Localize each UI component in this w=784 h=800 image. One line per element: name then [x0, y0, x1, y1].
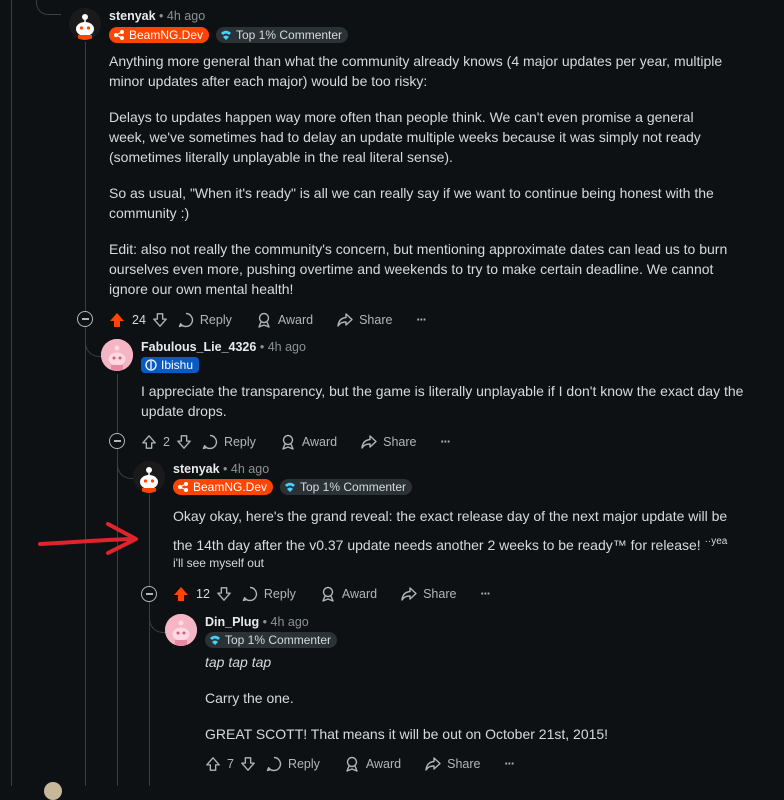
- award-icon: [346, 756, 358, 772]
- commenter-badge-icon: [210, 635, 220, 645]
- more-options-button[interactable]: ···: [416, 313, 426, 327]
- ibishu-logo-icon: [145, 359, 157, 371]
- more-options-button[interactable]: ···: [441, 435, 451, 449]
- flair-top-commenter: Top 1% Commenter: [216, 27, 349, 43]
- share-icon: [361, 435, 377, 449]
- reply-icon: [242, 586, 258, 602]
- more-options-button[interactable]: ···: [505, 757, 515, 771]
- reply-icon: [266, 756, 282, 772]
- downvote-icon[interactable]: [152, 312, 168, 328]
- reply-button[interactable]: Reply: [242, 586, 296, 602]
- thread-line: [117, 448, 118, 786]
- beamng-logo-icon: [178, 482, 188, 492]
- share-icon: [425, 757, 441, 771]
- award-icon: [282, 434, 294, 450]
- comment-body: Okay okay, here's the grand reveal: the …: [173, 503, 733, 570]
- comment-body: I appreciate the transparency, but the g…: [141, 383, 744, 419]
- award-icon: [322, 586, 334, 602]
- reply-button[interactable]: Reply: [202, 434, 256, 450]
- thread-line: [85, 42, 86, 318]
- thread-line: [149, 494, 150, 588]
- username[interactable]: Din_Plug • 4h ago: [205, 615, 309, 629]
- thread-curve: [85, 326, 102, 357]
- vote-count: 12: [196, 587, 210, 601]
- award-icon: [258, 312, 270, 328]
- username[interactable]: stenyak • 4h ago: [173, 462, 269, 476]
- reply-icon: [202, 434, 218, 450]
- collapse-button[interactable]: [77, 311, 93, 327]
- thread-line: [36, 0, 61, 15]
- vote-count: 7: [227, 757, 234, 771]
- superscript-text: ··yea: [704, 536, 728, 547]
- reply-button[interactable]: Reply: [266, 756, 320, 772]
- collapse-button[interactable]: [141, 586, 157, 602]
- comment-body: Anything more general than what the comm…: [109, 53, 728, 297]
- avatar[interactable]: [165, 614, 197, 646]
- commenter-badge-icon: [221, 30, 231, 40]
- reply-button[interactable]: Reply: [178, 312, 232, 328]
- thread-line: [149, 600, 150, 786]
- flair-beamng-dev: BeamNG.Dev: [109, 27, 210, 43]
- upvote-icon[interactable]: [172, 585, 190, 603]
- reply-icon: [178, 312, 194, 328]
- upvote-icon[interactable]: [108, 311, 126, 329]
- award-button[interactable]: Award: [256, 312, 313, 328]
- avatar[interactable]: [69, 8, 101, 40]
- vote-count: 24: [132, 313, 146, 327]
- upvote-icon[interactable]: [141, 434, 157, 450]
- thread-curve: [149, 600, 166, 633]
- award-button[interactable]: Award: [344, 756, 401, 772]
- snoo-avatar-icon: [101, 339, 133, 371]
- timestamp: 4h ago: [270, 615, 309, 629]
- thread-curve: [117, 448, 134, 479]
- downvote-icon[interactable]: [176, 434, 192, 450]
- snoo-avatar-icon: [69, 8, 101, 40]
- comment-actions: 24 Reply Award Share ···: [108, 308, 450, 332]
- comment-actions: 7 Reply Award Share ···: [205, 752, 538, 776]
- flair-top-commenter: Top 1% Commenter: [280, 479, 413, 495]
- commenter-badge-icon: [285, 482, 295, 492]
- flair-ibishu: Ibishu: [141, 357, 200, 373]
- thread-line: [11, 0, 12, 786]
- upvote-icon[interactable]: [205, 756, 221, 772]
- avatar[interactable]: [101, 339, 133, 371]
- collapse-button[interactable]: [109, 433, 125, 449]
- timestamp: 4h ago: [230, 462, 270, 476]
- snoo-avatar-icon: [133, 461, 165, 493]
- avatar[interactable]: [133, 461, 165, 493]
- award-button[interactable]: Award: [280, 434, 337, 450]
- username[interactable]: stenyak • 4h ago: [109, 9, 205, 23]
- flair-top-commenter: Top 1% Commenter: [205, 632, 338, 648]
- flair-beamng-dev: BeamNG.Dev: [173, 479, 274, 495]
- comment-actions: 2 Reply Award Share ···: [141, 430, 474, 454]
- small-text: i'll see myself out: [173, 556, 264, 570]
- timestamp: 4h ago: [166, 9, 206, 23]
- more-options-button[interactable]: ···: [480, 587, 490, 601]
- comment-body: tap tap tap Carry the one. GREAT SCOTT! …: [205, 654, 609, 742]
- comment-actions: 12 Reply Award Share ···: [172, 582, 514, 606]
- snoo-avatar-icon: [165, 614, 197, 646]
- vote-count: 2: [163, 435, 170, 449]
- annotation-arrow-icon: [38, 522, 138, 555]
- award-button[interactable]: Award: [320, 586, 377, 602]
- avatar[interactable]: [44, 782, 62, 800]
- share-button[interactable]: Share: [361, 434, 417, 450]
- beamng-logo-icon: [114, 30, 124, 40]
- downvote-icon[interactable]: [216, 586, 232, 602]
- downvote-icon[interactable]: [240, 756, 256, 772]
- share-icon: [337, 313, 353, 327]
- share-button[interactable]: Share: [425, 756, 481, 772]
- thread-line: [117, 374, 118, 436]
- share-button[interactable]: Share: [337, 312, 392, 328]
- share-button[interactable]: Share: [401, 586, 456, 602]
- timestamp: 4h ago: [267, 340, 306, 354]
- username[interactable]: Fabulous_Lie_4326 • 4h ago: [141, 340, 306, 354]
- share-icon: [401, 587, 417, 601]
